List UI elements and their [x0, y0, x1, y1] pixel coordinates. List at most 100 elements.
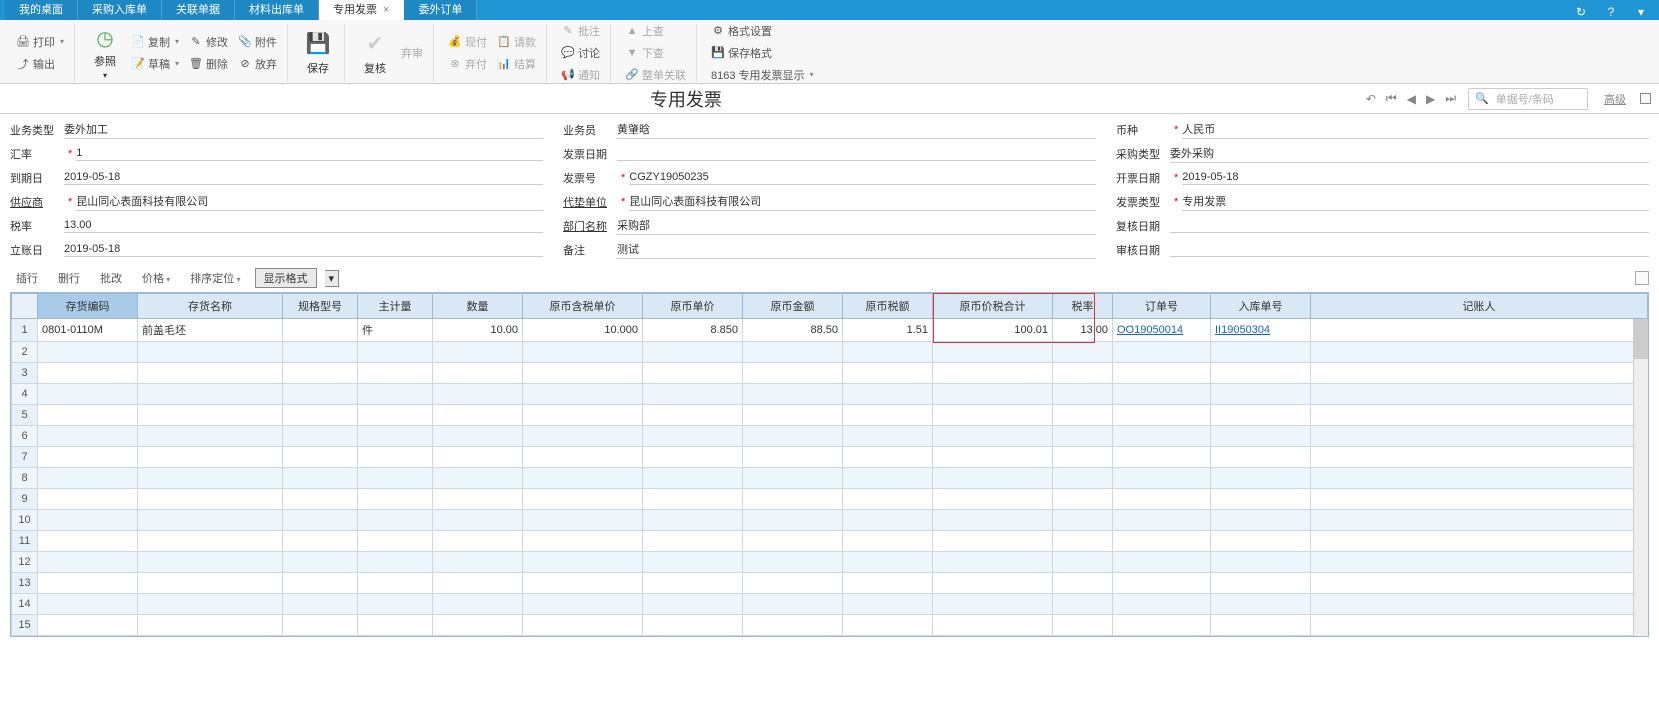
delete-row-button[interactable]: 删行	[52, 268, 86, 288]
tab-purchase-in[interactable]: 采购入库单	[78, 0, 162, 20]
col-taxrate[interactable]: 税率	[1053, 294, 1113, 319]
val-curr[interactable]: 人民币	[1182, 121, 1649, 139]
prev-icon[interactable]: ◀	[1405, 92, 1418, 106]
val-post[interactable]: 2019-05-18	[64, 243, 543, 257]
val-audit[interactable]	[1170, 243, 1649, 257]
table-row[interactable]: 2	[12, 342, 1648, 363]
last-icon[interactable]: ⏭	[1443, 91, 1458, 106]
abandon2-button[interactable]: ⊗弃付	[444, 54, 491, 74]
close-icon[interactable]: ×	[383, 4, 389, 16]
alllink-button[interactable]: 🔗整单关联	[621, 65, 690, 85]
col-name[interactable]: 存货名称	[138, 294, 283, 319]
col-qty[interactable]: 数量	[433, 294, 523, 319]
table-row[interactable]: 10801-0110M前盖毛坯件10.0010.0008.85088.501.5…	[12, 319, 1648, 342]
col-uom[interactable]: 主计量	[358, 294, 433, 319]
val-invno[interactable]: CGZY19050235	[629, 171, 1096, 185]
copy-button[interactable]: 📄复制	[127, 32, 183, 52]
attach-button[interactable]: 📎附件	[234, 32, 281, 52]
price-button[interactable]: 价格	[136, 268, 176, 288]
table-row[interactable]: 5	[12, 405, 1648, 426]
batch-edit-button[interactable]: 批改	[94, 268, 128, 288]
val-tax[interactable]: 13.00	[64, 219, 543, 233]
col-order[interactable]: 订单号	[1113, 294, 1211, 319]
delete-button[interactable]: 🗑删除	[185, 54, 232, 74]
val-buytype[interactable]: 委外采购	[1170, 145, 1649, 163]
save-button[interactable]: 💾 保存	[298, 24, 338, 81]
table-row[interactable]: 11	[12, 531, 1648, 552]
table-row[interactable]: 12	[12, 552, 1648, 573]
table-row[interactable]: 8	[12, 468, 1648, 489]
val-issue[interactable]: 2019-05-18	[1182, 171, 1649, 185]
table-row[interactable]: 13	[12, 573, 1648, 594]
notify-button[interactable]: 📢通知	[557, 65, 604, 85]
val-biztype[interactable]: 委外加工	[64, 121, 543, 139]
col-inctax[interactable]: 原币含税单价	[523, 294, 643, 319]
advanced-link[interactable]: 高级	[1602, 91, 1628, 107]
col-price[interactable]: 原币单价	[643, 294, 743, 319]
discard-button[interactable]: ⊘放弃	[234, 54, 281, 74]
val-review[interactable]	[1170, 219, 1649, 233]
table-row[interactable]: 9	[12, 489, 1648, 510]
maximize-icon[interactable]	[1640, 93, 1651, 104]
tab-desktop[interactable]: 我的桌面	[5, 0, 78, 20]
val-dept[interactable]: 采购部	[617, 217, 1096, 235]
abandon-button[interactable]: 弃审	[397, 43, 427, 63]
recheck-button[interactable]: ✔ 复核	[355, 24, 395, 81]
tab-outsource-order[interactable]: 委外订单	[404, 0, 477, 20]
col-amt[interactable]: 原币金额	[743, 294, 843, 319]
modify-button[interactable]: ✎修改	[185, 32, 232, 52]
first-icon[interactable]: ⏮	[1384, 91, 1399, 106]
table-row[interactable]: 10	[12, 510, 1648, 531]
data-grid[interactable]: 存货编码 存货名称 规格型号 主计量 数量 原币含税单价 原币单价 原币金额 原…	[11, 293, 1648, 636]
menu-icon[interactable]: ▾	[1633, 4, 1649, 20]
down-button[interactable]: ▼下查	[621, 43, 690, 63]
cash-button[interactable]: 💰现付	[444, 32, 491, 52]
val-remark[interactable]: 测试	[617, 241, 1096, 259]
approve-button[interactable]: ✎批注	[557, 21, 604, 41]
table-row[interactable]: 14	[12, 594, 1648, 615]
col-rownum[interactable]	[12, 294, 38, 319]
sort-button[interactable]: 排序定位	[184, 268, 246, 288]
refresh-icon[interactable]: ↻	[1573, 4, 1589, 20]
tab-special-invoice[interactable]: 专用发票×	[319, 0, 404, 20]
discuss-button[interactable]: 💬讨论	[557, 43, 604, 63]
table-row[interactable]: 7	[12, 447, 1648, 468]
insert-row-button[interactable]: 插行	[10, 268, 44, 288]
settle-button[interactable]: 📊结算	[493, 54, 540, 74]
showfmt-button[interactable]: 8163 专用发票显示	[707, 65, 818, 85]
table-row[interactable]: 4	[12, 384, 1648, 405]
next-icon[interactable]: ▶	[1424, 92, 1437, 106]
table-row[interactable]: 3	[12, 363, 1648, 384]
draft-button[interactable]: 📝草稿	[127, 54, 183, 74]
fmtsave-button[interactable]: 💾保存格式	[707, 43, 818, 63]
reference-button[interactable]: ◷ 参照▾	[85, 24, 125, 81]
vertical-scrollbar[interactable]	[1633, 319, 1648, 636]
val-invdate[interactable]	[617, 147, 1096, 161]
val-rate[interactable]: 1	[76, 147, 543, 161]
col-taxamt[interactable]: 原币税额	[843, 294, 933, 319]
val-supplier[interactable]: 昆山同心表面科技有限公司	[76, 193, 543, 211]
credit-button[interactable]: 📋请款	[493, 32, 540, 52]
display-format-dropdown[interactable]: ▾	[325, 270, 340, 287]
val-sales[interactable]: 黄肇晗	[617, 121, 1096, 139]
table-row[interactable]: 6	[12, 426, 1648, 447]
tab-related[interactable]: 关联单据	[162, 0, 235, 20]
display-format-button[interactable]: 显示格式	[255, 268, 317, 288]
val-due[interactable]: 2019-05-18	[64, 171, 543, 185]
tab-material-out[interactable]: 材料出库单	[235, 0, 319, 20]
table-row[interactable]: 15	[12, 615, 1648, 636]
up-button[interactable]: ▲上查	[621, 21, 690, 41]
search-input[interactable]: 🔍单据号/条码	[1468, 88, 1588, 110]
col-total[interactable]: 原币价税合计	[933, 294, 1053, 319]
export-button[interactable]: ⤴输出	[12, 54, 68, 74]
print-button[interactable]: 🖨打印	[12, 32, 68, 52]
col-spec[interactable]: 规格型号	[283, 294, 358, 319]
val-padunit[interactable]: 昆山同心表面科技有限公司	[629, 193, 1096, 211]
grid-expand-icon[interactable]	[1635, 271, 1649, 285]
col-code[interactable]: 存货编码	[38, 294, 138, 319]
col-booker[interactable]: 记账人	[1311, 294, 1648, 319]
fmtset-button[interactable]: ⚙格式设置	[707, 21, 818, 41]
undo-icon[interactable]: ↶	[1364, 92, 1378, 106]
val-invtype[interactable]: 专用发票	[1182, 193, 1649, 211]
col-inbound[interactable]: 入库单号	[1211, 294, 1311, 319]
